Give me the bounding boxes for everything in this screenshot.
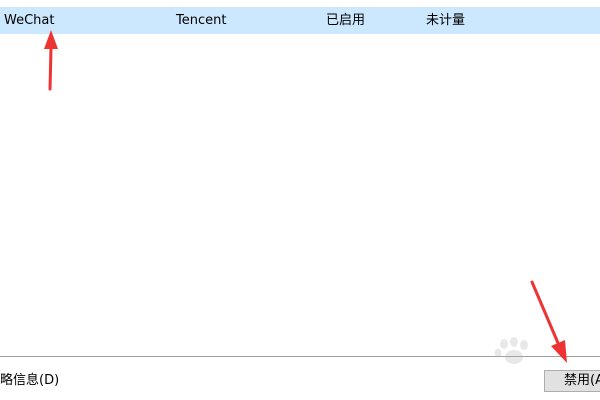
disable-button[interactable]: 禁用(A	[544, 370, 600, 392]
startup-impact-cell: 未计量	[426, 13, 466, 28]
fewer-details-link[interactable]: 略信息(D)	[0, 371, 59, 391]
startup-app-row-wechat[interactable]: WeChat Tencent 已启用 未计量	[0, 7, 600, 34]
status-cell: 已启用	[326, 13, 366, 28]
footer-bar: 略信息(D) 禁用(A	[0, 357, 600, 400]
publisher-cell: Tencent	[176, 13, 227, 28]
task-manager-startup-view: WeChat Tencent 已启用 未计量 略信息(D) 禁用(A	[0, 0, 600, 400]
startup-app-list: WeChat Tencent 已启用 未计量	[0, 0, 600, 356]
app-name-cell: WeChat	[4, 13, 55, 28]
